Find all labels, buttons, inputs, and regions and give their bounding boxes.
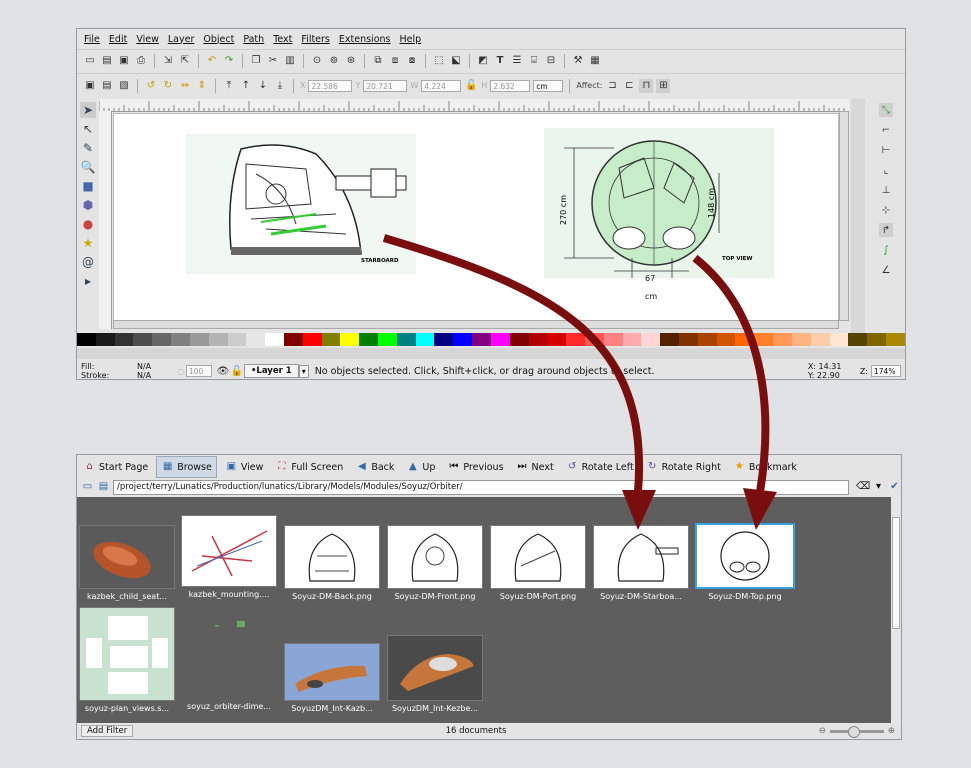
arrow-starboard bbox=[382, 234, 644, 493]
arrow-top-view bbox=[692, 254, 770, 493]
arrow-head-top-view bbox=[743, 488, 777, 530]
arrow-head-starboard bbox=[622, 490, 656, 530]
annotation-arrows bbox=[382, 234, 777, 530]
